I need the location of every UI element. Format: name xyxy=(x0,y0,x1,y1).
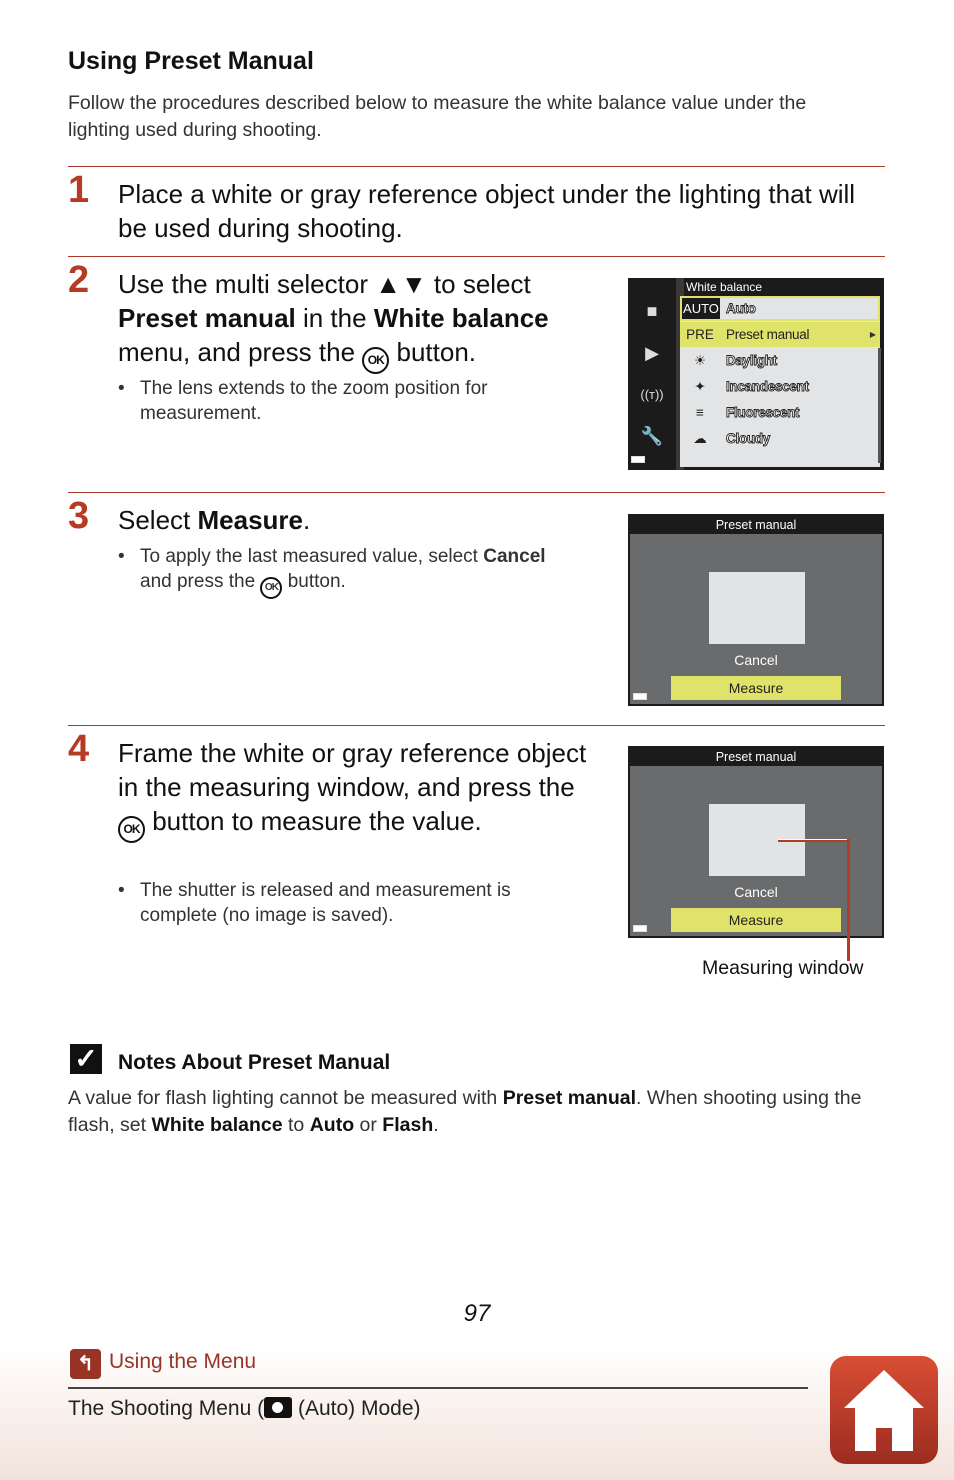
daylight-icon: ☀ xyxy=(693,353,707,368)
step-2-text: Use the multi selector ▲▼ to select Pres… xyxy=(118,267,588,374)
white-balance-screen: ■ ▶ ((ᴛ)) 🔧 White balance AUTO Auto PRE … xyxy=(628,278,884,470)
wireless-icon: ((ᴛ)) xyxy=(640,387,664,402)
step-1-text: Place a white or gray reference object u… xyxy=(118,179,856,243)
battery-icon xyxy=(633,925,647,932)
scrollbar[interactable] xyxy=(878,348,881,463)
camera-icon: ■ xyxy=(646,301,658,321)
pre-icon: PRE xyxy=(686,327,714,342)
cancel-option[interactable]: Cancel xyxy=(630,652,882,668)
note-title: Notes About Preset Manual xyxy=(118,1051,391,1074)
page-number: 97 xyxy=(463,1300,491,1327)
ok-button-icon: OK xyxy=(362,347,390,374)
screen-title: Preset manual xyxy=(630,516,882,534)
divider xyxy=(68,256,885,257)
auto-icon: AUTO xyxy=(682,298,720,319)
wb-options-list: AUTO Auto PRE Preset manual ▶ ☀ Daylight… xyxy=(680,296,880,467)
step-4-bullet: The shutter is released and measurement … xyxy=(118,878,558,928)
menu-sidebar: ■ ▶ ((ᴛ)) 🔧 xyxy=(628,278,676,470)
movie-icon: ▶ xyxy=(645,343,659,363)
step-number: 3 xyxy=(68,495,90,537)
ok-button-icon: OK xyxy=(118,816,145,843)
checkmark-icon: ✓ xyxy=(70,1044,102,1074)
up-down-arrows-icon: ▲▼ xyxy=(375,269,427,299)
submenu-arrow-icon: ▶ xyxy=(869,330,876,339)
battery-icon xyxy=(633,693,647,700)
preset-manual-screen: Preset manual Cancel Measure xyxy=(628,514,884,706)
screen-title: Preset manual xyxy=(630,748,882,766)
cloudy-icon: ☁ xyxy=(693,431,707,446)
home-icon xyxy=(844,1370,924,1451)
section-title: Using Preset Manual xyxy=(68,47,314,75)
fluorescent-icon: ≡ xyxy=(696,405,704,420)
wb-option-preset-manual[interactable]: PRE Preset manual ▶ xyxy=(680,322,880,347)
divider xyxy=(68,166,885,167)
step-3-text: Select Measure. xyxy=(118,505,311,535)
ok-button-icon: OK xyxy=(260,577,283,599)
camera-icon xyxy=(264,1397,293,1418)
cancel-option[interactable]: Cancel xyxy=(630,884,882,900)
screen-title: White balance xyxy=(686,280,763,294)
step-number: 4 xyxy=(68,728,90,770)
step-number: 2 xyxy=(68,259,90,301)
home-button[interactable] xyxy=(830,1356,938,1464)
step-4-text: Frame the white or gray reference object… xyxy=(118,736,588,843)
preset-manual-screen-measuring: Preset manual Cancel Measure xyxy=(628,746,884,938)
back-arrow-icon[interactable]: ↰ xyxy=(70,1349,101,1379)
step-2-bullet: The lens extends to the zoom position fo… xyxy=(118,376,558,426)
wb-option-fluorescent[interactable]: ≡ Fluorescent xyxy=(680,400,880,425)
step-number: 1 xyxy=(68,169,90,211)
measuring-window xyxy=(709,572,805,644)
battery-icon xyxy=(631,456,645,463)
wb-option-incandescent[interactable]: ✦ Incandescent xyxy=(680,374,880,399)
wb-option-cloudy[interactable]: ☁ Cloudy xyxy=(680,426,880,451)
callout-line xyxy=(847,839,850,961)
measure-option[interactable]: Measure xyxy=(671,676,841,700)
divider xyxy=(68,492,885,493)
back-link[interactable]: Using the Menu xyxy=(109,1350,256,1374)
step-3-bullet: To apply the last measured value, select… xyxy=(118,544,578,599)
callout-label: Measuring window xyxy=(702,957,864,979)
incandescent-icon: ✦ xyxy=(694,379,706,394)
intro-text: Follow the procedures described below to… xyxy=(68,92,807,141)
note-text: A value for flash lighting cannot be mea… xyxy=(68,1087,862,1136)
measure-option[interactable]: Measure xyxy=(671,908,841,932)
callout-line xyxy=(778,839,850,842)
divider xyxy=(68,1387,808,1389)
breadcrumb[interactable]: The Shooting Menu ( (Auto) Mode) xyxy=(68,1397,421,1421)
divider xyxy=(68,725,885,726)
wrench-icon: 🔧 xyxy=(640,426,664,446)
wb-option-auto[interactable]: AUTO Auto xyxy=(680,296,880,321)
wb-option-daylight[interactable]: ☀ Daylight xyxy=(680,348,880,373)
